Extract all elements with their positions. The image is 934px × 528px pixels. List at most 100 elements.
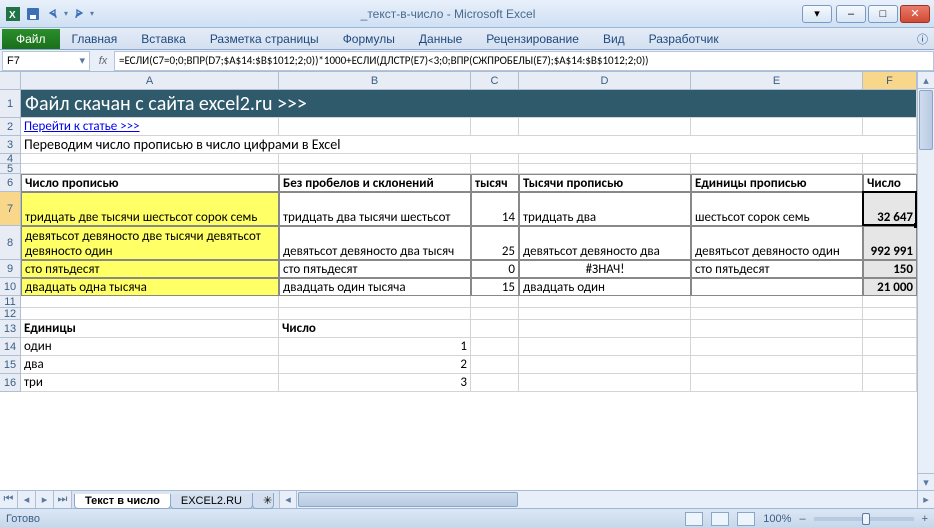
row-header-10[interactable]: 10 [0, 278, 20, 296]
file-tab[interactable]: Файл [2, 29, 60, 49]
row-header-11[interactable]: 11 [0, 296, 20, 308]
ribbon-min-button[interactable]: ▾ [802, 5, 832, 23]
tab-formulas[interactable]: Формулы [331, 29, 407, 49]
tab-insert[interactable]: Вставка [129, 29, 198, 49]
cell[interactable] [519, 320, 691, 338]
cell-e9[interactable]: сто пятьдесят [691, 260, 863, 278]
cell-c9[interactable]: 0 [471, 260, 519, 278]
cell-f8[interactable]: 992 991 [863, 226, 917, 260]
col-header-d[interactable]: D [519, 72, 691, 89]
cell[interactable] [471, 154, 519, 164]
cell-e8[interactable]: девятьсот девяносто один [691, 226, 863, 260]
zoom-slider[interactable] [814, 517, 914, 521]
cell[interactable] [279, 308, 471, 320]
scroll-up-icon[interactable]: ▴ [918, 72, 934, 89]
cell[interactable] [691, 154, 863, 164]
view-page-layout-button[interactable] [711, 512, 729, 526]
cell-f9[interactable]: 150 [863, 260, 917, 278]
cell-a10[interactable]: двадцать одна тысяча [21, 278, 279, 296]
cell[interactable] [519, 296, 691, 308]
cell[interactable] [863, 164, 917, 174]
cell-a14[interactable]: один [21, 338, 279, 356]
row-header-6[interactable]: 6 [0, 174, 20, 192]
cell[interactable] [519, 308, 691, 320]
cell-f10[interactable]: 21 000 [863, 278, 917, 296]
minimize-button[interactable]: – [836, 5, 866, 23]
cell[interactable] [691, 338, 863, 356]
cell-grid[interactable]: Файл скачан с сайта excel2.ru >>> Перейт… [21, 90, 917, 392]
sheet-tab-2[interactable]: EXCEL2.RU [170, 494, 253, 509]
row-header-14[interactable]: 14 [0, 338, 20, 356]
cell-a15[interactable]: два [21, 356, 279, 374]
help-icon[interactable]: ⓘ [911, 29, 934, 49]
view-normal-button[interactable] [685, 512, 703, 526]
cell[interactable] [519, 164, 691, 174]
cell[interactable] [279, 296, 471, 308]
scroll-down-icon[interactable]: ▾ [918, 473, 934, 490]
col-header-f[interactable]: F [863, 72, 917, 89]
cell-a7[interactable]: тридцать две тысячи шестьсот сорок семь [21, 192, 279, 226]
cell[interactable] [471, 118, 519, 136]
article-link[interactable]: Перейти к статье >>> [24, 119, 140, 134]
undo-dropdown-icon[interactable]: ▾ [64, 9, 68, 18]
tab-review[interactable]: Рецензирование [474, 29, 591, 49]
col-header-a[interactable]: A [21, 72, 279, 89]
tab-view[interactable]: Вид [591, 29, 637, 49]
cell[interactable] [279, 154, 471, 164]
cell[interactable] [691, 308, 863, 320]
cell[interactable] [691, 164, 863, 174]
cell[interactable] [863, 118, 917, 136]
zoom-in-button[interactable]: + [922, 513, 928, 525]
link-cell[interactable]: Перейти к статье >>> [21, 118, 279, 136]
header-e[interactable]: Единицы прописью [691, 174, 863, 192]
header-f[interactable]: Число [863, 174, 917, 192]
cell[interactable] [863, 296, 917, 308]
cell[interactable] [279, 164, 471, 174]
zoom-out-button[interactable]: – [799, 513, 805, 525]
cell-b7[interactable]: тридцать два тысячи шестьсот [279, 192, 471, 226]
cell-a8[interactable]: девятьсот девяносто две тысячи девятьсот… [21, 226, 279, 260]
row-header-9[interactable]: 9 [0, 260, 20, 278]
cell-d7[interactable]: тридцать два [519, 192, 691, 226]
cell[interactable] [691, 320, 863, 338]
cell[interactable] [691, 296, 863, 308]
col-header-e[interactable]: E [691, 72, 863, 89]
header-a[interactable]: Число прописью [21, 174, 279, 192]
vertical-scrollbar[interactable]: ▴ ▾ [917, 72, 934, 490]
cell[interactable] [863, 308, 917, 320]
cell[interactable] [279, 118, 471, 136]
scroll-thumb-v[interactable] [919, 90, 933, 150]
cell[interactable] [863, 320, 917, 338]
tab-nav-first[interactable]: ⏮ [0, 491, 18, 508]
cell-b10[interactable]: двадцать один тысяча [279, 278, 471, 296]
header-b[interactable]: Без пробелов и склонений [279, 174, 471, 192]
cell-f7[interactable]: 32 647 [863, 192, 917, 226]
scroll-right-icon[interactable]: ▸ [917, 491, 934, 508]
cell[interactable] [21, 296, 279, 308]
cell[interactable] [519, 374, 691, 392]
name-box[interactable]: F7 ▾ [2, 51, 90, 71]
cell-b16[interactable]: 3 [279, 374, 471, 392]
cell[interactable] [471, 374, 519, 392]
maximize-button[interactable]: □ [868, 5, 898, 23]
cell[interactable] [471, 308, 519, 320]
cell-b9[interactable]: сто пятьдесят [279, 260, 471, 278]
cell-d10[interactable]: двадцать один [519, 278, 691, 296]
save-icon[interactable] [24, 5, 42, 23]
cell-b14[interactable]: 1 [279, 338, 471, 356]
cell-b8[interactable]: девятьсот девяносто два тысяч [279, 226, 471, 260]
cell-a13[interactable]: Единицы [21, 320, 279, 338]
cell-b15[interactable]: 2 [279, 356, 471, 374]
cell[interactable] [471, 356, 519, 374]
tab-nav-next[interactable]: ▸ [36, 491, 54, 508]
cell-a16[interactable]: три [21, 374, 279, 392]
name-box-dropdown-icon[interactable]: ▾ [73, 54, 85, 67]
heading-cell[interactable]: Переводим число прописью в число цифрами… [21, 136, 917, 154]
cell[interactable] [471, 164, 519, 174]
scroll-thumb-h[interactable] [298, 492, 518, 507]
cell-a9[interactable]: сто пятьдесят [21, 260, 279, 278]
cell[interactable] [863, 154, 917, 164]
cell-c7[interactable]: 14 [471, 192, 519, 226]
cell[interactable] [863, 338, 917, 356]
excel-icon[interactable]: X [4, 5, 22, 23]
